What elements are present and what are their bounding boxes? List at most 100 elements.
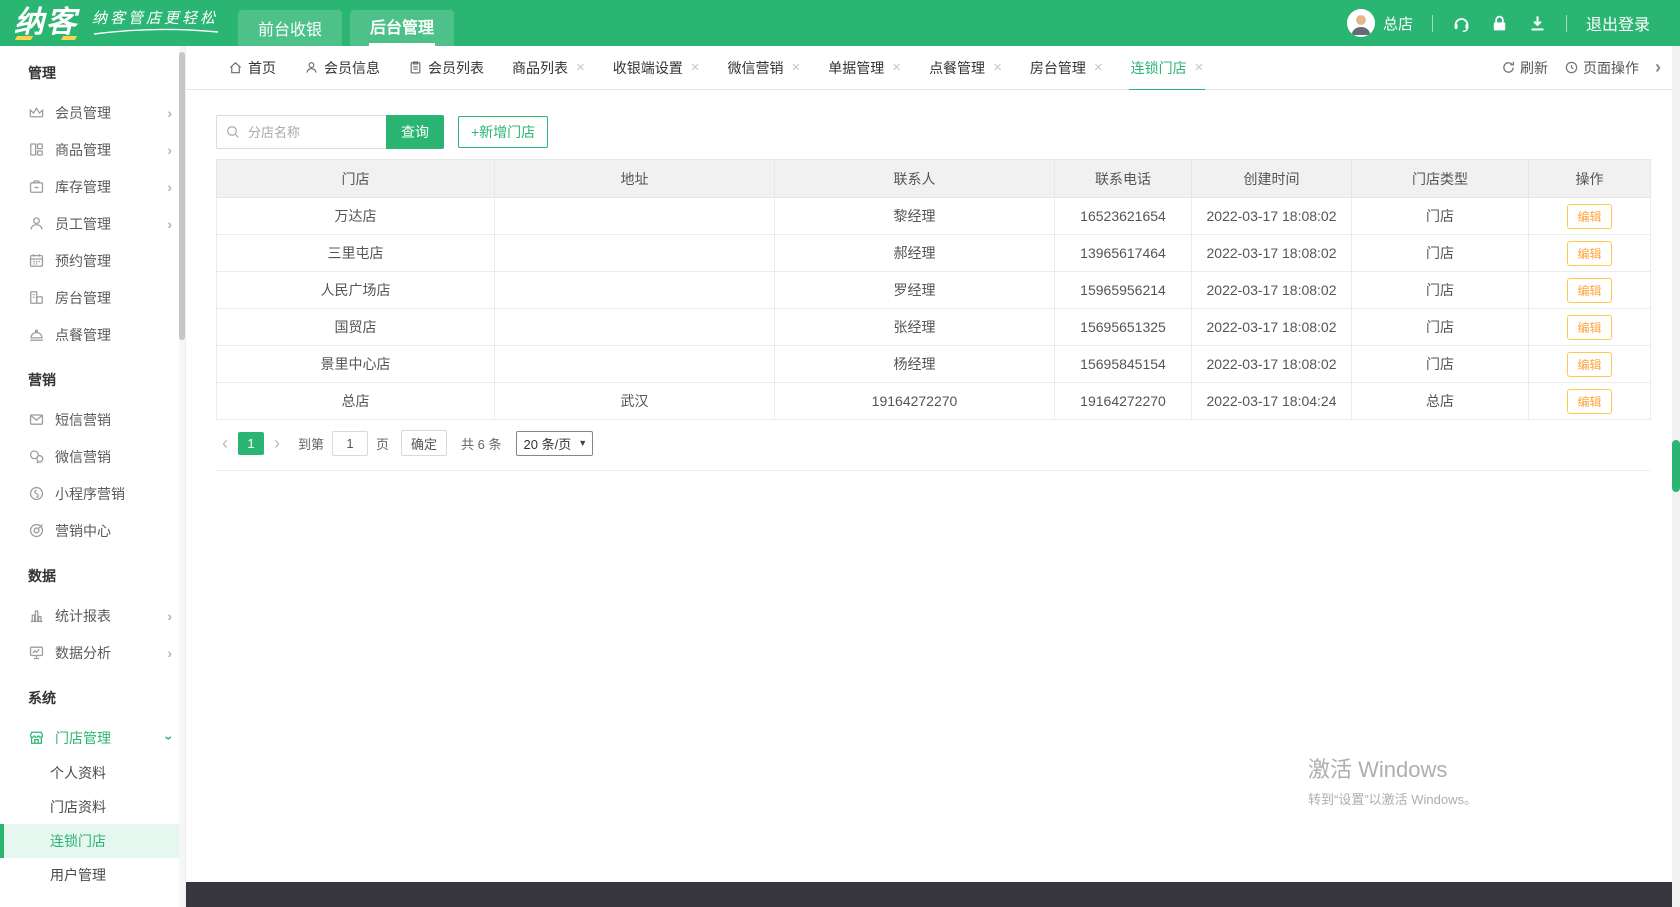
column-header: 操作 — [1529, 160, 1651, 198]
column-header: 创建时间 — [1192, 160, 1352, 198]
sidebar-scrollbar-track[interactable] — [179, 46, 185, 907]
cell-address: 武汉 — [495, 383, 775, 420]
miniapp-icon — [28, 485, 45, 502]
logout-button[interactable]: 退出登录 — [1586, 11, 1650, 35]
close-icon[interactable]: × — [1094, 59, 1103, 76]
tabs-scroll-right-icon[interactable]: › — [1655, 57, 1661, 78]
tab-cashier-settings[interactable]: 收银端设置× — [601, 46, 712, 90]
mode-switcher: 前台收银 后台管理 — [238, 10, 462, 46]
sidebar-subitem-store-profile[interactable]: 门店资料 — [0, 790, 185, 824]
sidebar: 管理 会员管理› 商品管理› 库存管理› 员工管理› 预约管理 房台管理 点餐管… — [0, 46, 186, 907]
backend-management-button[interactable]: 后台管理 — [350, 10, 454, 46]
inventory-icon — [28, 178, 45, 195]
tab-chain-stores[interactable]: 连锁门店× — [1119, 46, 1216, 90]
logo-text: 纳客 — [14, 6, 78, 39]
sidebar-item-booking-management[interactable]: 预约管理 — [0, 242, 185, 279]
tab-order-management[interactable]: 单据管理× — [816, 46, 913, 90]
edit-button[interactable]: 编辑 — [1567, 352, 1611, 377]
cell-address — [495, 235, 775, 272]
cell-address — [495, 346, 775, 383]
cell-contact: 杨经理 — [775, 346, 1055, 383]
front-cashier-button[interactable]: 前台收银 — [238, 10, 342, 46]
sidebar-item-miniapp-marketing[interactable]: 小程序营销 — [0, 475, 185, 512]
edit-button[interactable]: 编辑 — [1567, 315, 1611, 340]
tab-dining-management[interactable]: 点餐管理× — [917, 46, 1014, 90]
lock-icon[interactable] — [1490, 14, 1509, 33]
cell-created: 2022-03-17 18:08:02 — [1192, 235, 1352, 272]
branch-name-search-input[interactable] — [216, 115, 386, 149]
cell-contact: 张经理 — [775, 309, 1055, 346]
close-icon[interactable]: × — [792, 59, 801, 76]
close-icon[interactable]: × — [892, 59, 901, 76]
chevron-right-icon: › — [167, 216, 172, 232]
tab-member-info[interactable]: 会员信息 — [292, 46, 392, 90]
sidebar-item-wechat-marketing[interactable]: 微信营销 — [0, 438, 185, 475]
close-icon[interactable]: × — [1195, 59, 1204, 76]
close-icon[interactable]: × — [691, 59, 700, 76]
sidebar-item-room-management[interactable]: 房台管理 — [0, 279, 185, 316]
chevron-down-icon: › — [162, 735, 178, 740]
table-row: 万达店黎经理165236216542022-03-17 18:08:02门店编辑 — [217, 198, 1651, 235]
page-number-input[interactable] — [332, 431, 368, 456]
edit-button[interactable]: 编辑 — [1567, 241, 1611, 266]
sms-icon — [28, 411, 45, 428]
edit-button[interactable]: 编辑 — [1567, 278, 1611, 303]
page-operations-button[interactable]: 页面操作 — [1564, 58, 1639, 78]
query-button[interactable]: 查询 — [386, 115, 444, 149]
cell-created: 2022-03-17 18:04:24 — [1192, 383, 1352, 420]
sidebar-item-goods-management[interactable]: 商品管理› — [0, 131, 185, 168]
refresh-icon — [1501, 60, 1516, 75]
sidebar-subitem-user-management[interactable]: 用户管理 — [0, 858, 185, 892]
cell-contact: 黎经理 — [775, 198, 1055, 235]
edit-button[interactable]: 编辑 — [1567, 389, 1611, 414]
page-scrollbar-track[interactable] — [1672, 46, 1680, 907]
sidebar-subitem-chain-stores[interactable]: 连锁门店 — [0, 824, 185, 858]
tab-home[interactable]: 首页 — [216, 46, 288, 90]
sidebar-item-marketing-center[interactable]: 营销中心 — [0, 512, 185, 549]
close-icon[interactable]: × — [993, 59, 1002, 76]
goto-page-label: 到第 — [298, 434, 324, 453]
page-scrollbar-thumb[interactable] — [1672, 440, 1680, 492]
open-tabs-bar: 首页 会员信息 会员列表 商品列表× 收银端设置× 微信营销× 单据管理× 点餐… — [186, 46, 1680, 90]
divider — [1566, 15, 1567, 32]
sidebar-item-statistics-reports[interactable]: 统计报表› — [0, 597, 185, 634]
support-headset-icon[interactable] — [1452, 14, 1471, 33]
search-icon — [225, 124, 241, 140]
prev-page-icon[interactable]: ‹ — [216, 434, 234, 452]
sidebar-subitem-personal-profile[interactable]: 个人资料 — [0, 756, 185, 790]
sidebar-item-member-management[interactable]: 会员管理› — [0, 94, 185, 131]
confirm-page-button[interactable]: 确定 — [401, 430, 447, 456]
tab-room-management[interactable]: 房台管理× — [1018, 46, 1115, 90]
cell-address — [495, 198, 775, 235]
sidebar-scrollbar-thumb[interactable] — [179, 52, 185, 340]
tab-product-list[interactable]: 商品列表× — [500, 46, 597, 90]
current-store-menu[interactable]: 总店 — [1347, 9, 1413, 37]
sidebar-item-staff-management[interactable]: 员工管理› — [0, 205, 185, 242]
tab-member-list[interactable]: 会员列表 — [396, 46, 496, 90]
download-icon[interactable] — [1528, 14, 1547, 33]
target-icon — [28, 522, 45, 539]
sidebar-item-dining-management[interactable]: 点餐管理 — [0, 316, 185, 353]
sidebar-item-sms-marketing[interactable]: 短信营销 — [0, 401, 185, 438]
clipboard-icon — [408, 60, 423, 75]
sidebar-item-store-management[interactable]: 门店管理› — [0, 719, 185, 756]
sidebar-item-data-analysis[interactable]: 数据分析› — [0, 634, 185, 671]
column-header: 联系人 — [775, 160, 1055, 198]
current-page-button[interactable]: 1 — [238, 432, 264, 455]
topbar: 纳客 纳客管店更轻松 前台收银 后台管理 总店 退出登录 — [0, 0, 1680, 46]
close-icon[interactable]: × — [576, 59, 585, 76]
refresh-button[interactable]: 刷新 — [1501, 58, 1548, 78]
sidebar-item-inventory-management[interactable]: 库存管理› — [0, 168, 185, 205]
cell-contact: 罗经理 — [775, 272, 1055, 309]
crown-icon — [28, 104, 45, 121]
sidebar-section-marketing: 营销 — [0, 353, 185, 401]
add-store-button[interactable]: +新增门店 — [458, 116, 548, 148]
cell-phone: 19164272270 — [1055, 383, 1192, 420]
next-page-icon[interactable]: › — [268, 434, 286, 452]
tab-wechat-marketing[interactable]: 微信营销× — [716, 46, 813, 90]
cell-phone: 15695651325 — [1055, 309, 1192, 346]
cell-phone: 13965617464 — [1055, 235, 1192, 272]
edit-button[interactable]: 编辑 — [1567, 204, 1611, 229]
column-header: 联系电话 — [1055, 160, 1192, 198]
page-size-select[interactable]: 20 条/页 ▼ — [516, 431, 594, 456]
